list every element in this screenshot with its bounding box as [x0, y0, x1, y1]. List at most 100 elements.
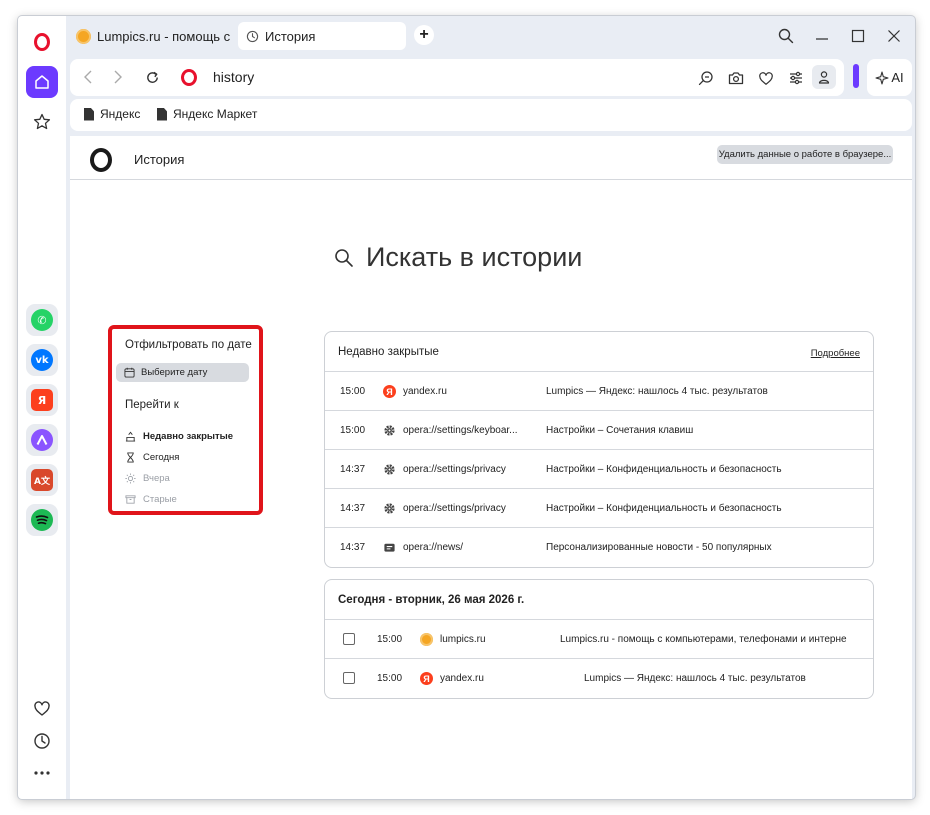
- row-site[interactable]: lumpics.ru: [440, 634, 550, 645]
- spotify-button[interactable]: [26, 504, 58, 536]
- forward-button[interactable]: [108, 67, 128, 87]
- row-checkbox[interactable]: [343, 633, 355, 645]
- row-site[interactable]: opera://settings/keyboar...: [403, 425, 535, 436]
- ai-button[interactable]: AI: [867, 59, 912, 96]
- row-site[interactable]: yandex.ru: [403, 386, 535, 397]
- tab-label: Lumpics.ru - помощь с ко: [97, 28, 234, 44]
- arrow-left-icon: [84, 70, 92, 84]
- vk-icon: vk: [31, 349, 53, 371]
- recently-closed-card: Недавно закрытые Подробнее 15:00 Я yande…: [324, 331, 874, 568]
- maximize-icon: [851, 29, 865, 43]
- reload-button[interactable]: [142, 67, 162, 87]
- home-button[interactable]: [26, 66, 58, 98]
- tab-lumpics[interactable]: Lumpics.ru - помощь с ко: [68, 22, 234, 50]
- history-row[interactable]: 15:00 lumpics.ru Lumpics.ru - помощь с к…: [325, 620, 873, 659]
- more-link[interactable]: Подробнее: [811, 348, 860, 359]
- gear-icon: [384, 503, 395, 514]
- yandex-favicon-icon: Я: [383, 385, 396, 398]
- filter-title: Отфильтровать по дате: [125, 339, 252, 351]
- plus-icon: +: [419, 26, 429, 43]
- row-site[interactable]: yandex.ru: [440, 673, 550, 684]
- row-title: Lumpics — Яндекс: нашлось 4 тыс. результ…: [584, 673, 806, 684]
- goto-recently-closed[interactable]: Недавно закрытые: [125, 431, 233, 442]
- bookmark-yandex-market[interactable]: Яндекс Маркет: [157, 107, 257, 121]
- maximize-button[interactable]: [846, 24, 870, 48]
- row-site[interactable]: opera://settings/privacy: [403, 503, 535, 514]
- search-input[interactable]: Искать в истории: [366, 242, 582, 273]
- bookmark-page-button[interactable]: [756, 68, 776, 88]
- bookmark-label: Яндекс: [100, 107, 141, 121]
- address-bar: history: [70, 59, 844, 96]
- alice-icon: [31, 429, 53, 451]
- url-field[interactable]: history: [213, 69, 254, 85]
- history-row[interactable]: 15:00 Я yandex.ru Lumpics — Яндекс: нашл…: [325, 372, 873, 411]
- opera-menu-button[interactable]: [26, 26, 58, 58]
- row-checkbox[interactable]: [343, 672, 355, 684]
- lumpics-favicon-icon: [420, 633, 433, 646]
- goto-today[interactable]: Сегодня: [125, 452, 179, 463]
- history-row[interactable]: 15:00 Я yandex.ru Lumpics — Яндекс: нашл…: [325, 659, 873, 698]
- goto-older[interactable]: Старые: [125, 494, 177, 505]
- new-tab-button[interactable]: +: [414, 25, 434, 45]
- opera-logo-icon: [90, 148, 112, 172]
- goto-label: Перейти к: [125, 399, 179, 411]
- search-page-button[interactable]: [696, 68, 716, 88]
- row-title: Lumpics.ru - помощь с компьютерами, теле…: [560, 634, 847, 645]
- home-icon: [35, 75, 49, 89]
- bookmarks-bar: Яндекс Яндекс Маркет: [70, 99, 912, 131]
- hourglass-icon: [127, 452, 134, 463]
- translator-button[interactable]: A文: [26, 464, 58, 496]
- close-window-button[interactable]: [882, 24, 906, 48]
- row-site[interactable]: opera://news/: [403, 542, 535, 553]
- calendar-icon: [124, 367, 135, 378]
- choose-date-button[interactable]: Выберите дату: [116, 363, 249, 382]
- snapshot-button[interactable]: [726, 68, 746, 88]
- spotify-icon: [31, 509, 53, 531]
- reload-icon: [146, 71, 158, 83]
- back-button[interactable]: [78, 67, 98, 87]
- history-button[interactable]: [26, 725, 58, 757]
- clear-browsing-data-button[interactable]: Удалить данные о работе в браузере...: [717, 145, 893, 164]
- page-header: История Удалить данные о работе в браузе…: [70, 136, 912, 180]
- browser-window: ✆ vk Я A文 Lumpics.ru - помощь с ко Истор…: [18, 16, 915, 799]
- heart-icon: [34, 701, 50, 716]
- ai-label: AI: [891, 70, 904, 85]
- row-site[interactable]: opera://settings/privacy: [403, 464, 535, 475]
- close-icon: [888, 30, 900, 42]
- row-title: Персонализированные новости - 50 популяр…: [546, 542, 772, 553]
- history-search[interactable]: Искать в истории: [334, 242, 582, 273]
- more-sidebar-button[interactable]: [26, 757, 58, 789]
- sidebar: ✆ vk Я A文: [18, 16, 66, 799]
- user-icon: [818, 71, 830, 84]
- search-icon: [335, 248, 353, 267]
- bookmark-yandex[interactable]: Яндекс: [84, 107, 140, 121]
- tab-history[interactable]: История: [238, 22, 406, 50]
- minimize-button[interactable]: [810, 24, 834, 48]
- pinboards-button[interactable]: [26, 106, 58, 138]
- easy-setup-button[interactable]: [786, 68, 806, 88]
- opera-url-icon: [181, 69, 197, 86]
- lumpics-favicon: [76, 28, 91, 44]
- history-row[interactable]: 14:37 opera://settings/privacy Настройки…: [325, 489, 873, 528]
- tab-search-button[interactable]: [774, 24, 798, 48]
- row-time: 15:00: [377, 673, 403, 684]
- alice-button[interactable]: [26, 424, 58, 456]
- favorites-button[interactable]: [26, 693, 58, 725]
- star-icon: [33, 113, 51, 130]
- row-time: 15:00: [340, 425, 366, 436]
- page-title: История: [134, 152, 185, 167]
- profile-button[interactable]: [812, 65, 836, 89]
- whatsapp-button[interactable]: ✆: [26, 304, 58, 336]
- history-row[interactable]: 14:37 opera://news/ Персонализированные …: [325, 528, 873, 567]
- yandex-icon: Я: [31, 389, 53, 411]
- card-title: Сегодня - вторник, 26 мая 2026 г.: [338, 594, 525, 606]
- yandex-button[interactable]: Я: [26, 384, 58, 416]
- vk-button[interactable]: vk: [26, 344, 58, 376]
- search-icon: [778, 28, 794, 44]
- history-row[interactable]: 15:00 opera://settings/keyboar... Настро…: [325, 411, 873, 450]
- history-row[interactable]: 14:37 opera://settings/privacy Настройки…: [325, 450, 873, 489]
- arrow-right-icon: [114, 70, 122, 84]
- choose-date-label: Выберите дату: [141, 367, 208, 378]
- goto-yesterday[interactable]: Вчера: [125, 473, 170, 484]
- heart-outline-icon: [759, 71, 773, 85]
